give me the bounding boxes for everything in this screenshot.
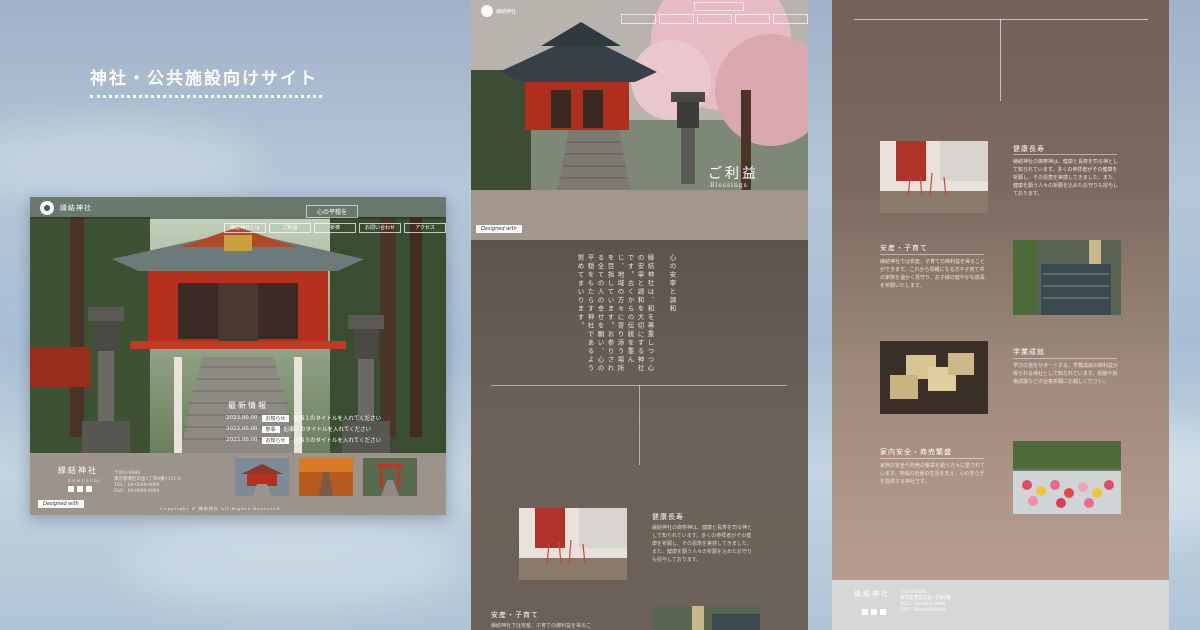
- item-text: 家族の安全や商売の繁栄を願う方々に愛されています。地域の皆様の生活を支え、心の安…: [880, 463, 985, 485]
- item-text: 縁結神社では安産、子育ての御利益を得ることができます。これから母親になる方や子育…: [880, 259, 986, 289]
- divider: [854, 19, 1148, 20]
- page-headline: 神社・公共施設向けサイト: [90, 69, 318, 89]
- hero-title-en: Blessings: [710, 182, 748, 189]
- nav-item[interactable]: [659, 14, 694, 24]
- nav-item[interactable]: [697, 14, 732, 24]
- news-category: お知らせ: [261, 436, 290, 444]
- news-date: 2023.00.00: [226, 415, 258, 421]
- shrine-logo-icon[interactable]: [40, 201, 54, 215]
- news-section: 最新情報 2023.00.00 お知らせ 記事１のタイトルを入れてください 20…: [226, 400, 381, 447]
- news-row[interactable]: 2023.00.00 祭事 記事２のタイトルを入れてください: [226, 425, 381, 433]
- longpage-mockup: 健康長寿 縁結神社の御祭神は、健康と長寿を司る神として知られています。多くの参拝…: [832, 0, 1169, 630]
- news-row[interactable]: 2023.00.00 お知らせ 記事１のタイトルを入れてください: [226, 414, 381, 422]
- designed-with-badge[interactable]: Designed with: [476, 225, 522, 233]
- thumbnail-torii[interactable]: [363, 458, 417, 496]
- footer-thumbnails: [235, 458, 417, 496]
- news-text[interactable]: 記事１のタイトルを入れてください: [293, 414, 381, 422]
- instagram-icon[interactable]: [871, 609, 877, 615]
- incense-photo: [519, 508, 627, 580]
- news-category: お知らせ: [261, 414, 290, 422]
- footer-site-name: 縁結神社: [58, 466, 98, 475]
- heading-underline: [1013, 154, 1117, 155]
- water-basin-photo: [652, 606, 760, 630]
- nav-item[interactable]: お問い合わせ: [359, 223, 401, 233]
- mobile-nav: [621, 14, 808, 24]
- news-text[interactable]: 記事３のタイトルを入れてください: [293, 436, 381, 444]
- incense-photo: [880, 141, 988, 213]
- mobile-mockup: 縁結神社 ご利益 Blessings Designed with 心の安寧と調和…: [471, 0, 808, 630]
- cloud: [0, 120, 260, 200]
- site-logo-text[interactable]: 縁結神社: [60, 203, 92, 213]
- shrine-sakura-photo: [471, 0, 808, 240]
- footer-site-name: 縁結神社: [854, 590, 890, 598]
- news-date: 2023.00.00: [226, 437, 258, 443]
- news-title: 最新情報: [228, 401, 268, 410]
- item-heading: 安産・子育て: [491, 611, 539, 619]
- longpage-footer: 縁結神社 〒000-0000 東京都港区白金1丁目4番 TEL：00-0000-…: [832, 580, 1169, 630]
- footer-site-sub: ENMUSUBI: [68, 478, 101, 483]
- facebook-icon[interactable]: [880, 609, 886, 615]
- header-tagline: 心の平穏を: [306, 205, 359, 218]
- nav-item[interactable]: アクセス: [404, 223, 446, 233]
- footer-copyright: Copyright © 縁結神社 All Rights Reserved: [160, 506, 281, 511]
- item-text: 縁結神社では安産、子育ての御利益を得ることができます。: [491, 623, 592, 629]
- desktop-mockup: 縁結神社 心の平穏を 縁結神社とは ご利益 祈祷 お問い合わせ アクセス 最新情…: [30, 197, 446, 515]
- footer-address: 〒000-0000 東京都港区白金1丁目4番1111-0 TEL：00-0000…: [114, 471, 224, 495]
- news-category: 祭事: [261, 425, 280, 433]
- address-line: FAX：00-0000-0000: [900, 608, 946, 613]
- intro-heading: 心の安寧と調和: [668, 254, 676, 314]
- flower-water-photo: [1013, 441, 1121, 514]
- heading-underline: [880, 254, 984, 255]
- mobile-logo-text: 縁結神社: [496, 8, 517, 15]
- mobile-logo[interactable]: 縁結神社: [481, 5, 516, 17]
- cloud: [120, 520, 460, 610]
- item-heading: 家内安全・商売繁盛: [880, 448, 952, 456]
- news-row[interactable]: 2023.00.00 お知らせ 記事３のタイトルを入れてください: [226, 436, 381, 444]
- news-date: 2023.00.00: [226, 426, 258, 432]
- facebook-icon[interactable]: [86, 486, 92, 492]
- footer-address: 〒000-0000 東京都港区白金1丁目4番 TEL：00-0000-0000 …: [900, 590, 970, 614]
- twitter-icon[interactable]: [862, 609, 868, 615]
- mobile-hero-photo: [471, 0, 808, 240]
- nav-item[interactable]: [621, 14, 656, 24]
- mobile-body: 心の安寧と調和 縁結神社は、和を尊重しつつ心の安寧と調和を大切にする神社です。古…: [471, 240, 808, 630]
- item-text: 学びの道をサポートする、学業成就の御利益が得られる神社として知られています。受験…: [1013, 363, 1119, 385]
- item-text: 縁結神社の御祭神は、健康と長寿を司る神として知られています。多くの参拝者がその健…: [652, 525, 753, 563]
- instagram-icon[interactable]: [77, 486, 83, 492]
- divider: [1000, 19, 1001, 101]
- thumbnail-shrine[interactable]: [235, 458, 289, 496]
- shrine-logo-icon: [481, 5, 493, 17]
- footer-social-icons: [68, 486, 92, 492]
- desktop-nav: 縁結神社とは ご利益 祈祷 お問い合わせ アクセス: [224, 223, 446, 233]
- intro-text: 縁結神社は、和を尊重しつつ心の安寧と調和を大切にする神社です。古くからの伝統を重…: [576, 254, 654, 373]
- item-heading: 学業成就: [1013, 348, 1045, 356]
- twitter-icon[interactable]: [68, 486, 74, 492]
- headline-dotted-underline: [90, 95, 322, 98]
- desktop-footer: 縁結神社 ENMUSUBI 〒000-0000 東京都港区白金1丁目4番1111…: [30, 453, 446, 515]
- thumbnail-autumn[interactable]: [299, 458, 353, 496]
- water-basin-photo: [1013, 240, 1121, 315]
- address-line: FAX：00-0000-0000: [114, 489, 160, 494]
- nav-item[interactable]: [735, 14, 770, 24]
- news-text[interactable]: 記事２のタイトルを入れてください: [284, 425, 372, 433]
- nav-item[interactable]: ご利益: [269, 223, 311, 233]
- item-heading: 健康長寿: [652, 513, 684, 521]
- hero-title: ご利益: [708, 166, 759, 182]
- desktop-header-bar: 縁結神社: [30, 197, 446, 219]
- footer-social-icons: [862, 609, 886, 615]
- item-heading: 健康長寿: [1013, 145, 1045, 153]
- nav-item[interactable]: 縁結神社とは: [224, 223, 266, 233]
- divider: [639, 385, 640, 465]
- nav-item[interactable]: 祈祷: [314, 223, 356, 233]
- nav-item[interactable]: [773, 14, 808, 24]
- mobile-tagline-box: [694, 2, 744, 11]
- designed-with-badge[interactable]: Designed with: [38, 500, 84, 508]
- heading-underline: [880, 458, 984, 459]
- item-text: 縁結神社の御祭神は、健康と長寿を司る神として知られています。多くの参拝者がその健…: [1013, 159, 1119, 197]
- heading-underline: [1013, 358, 1117, 359]
- ema-plaques-photo: [880, 341, 988, 414]
- item-heading: 安産・子育て: [880, 244, 928, 252]
